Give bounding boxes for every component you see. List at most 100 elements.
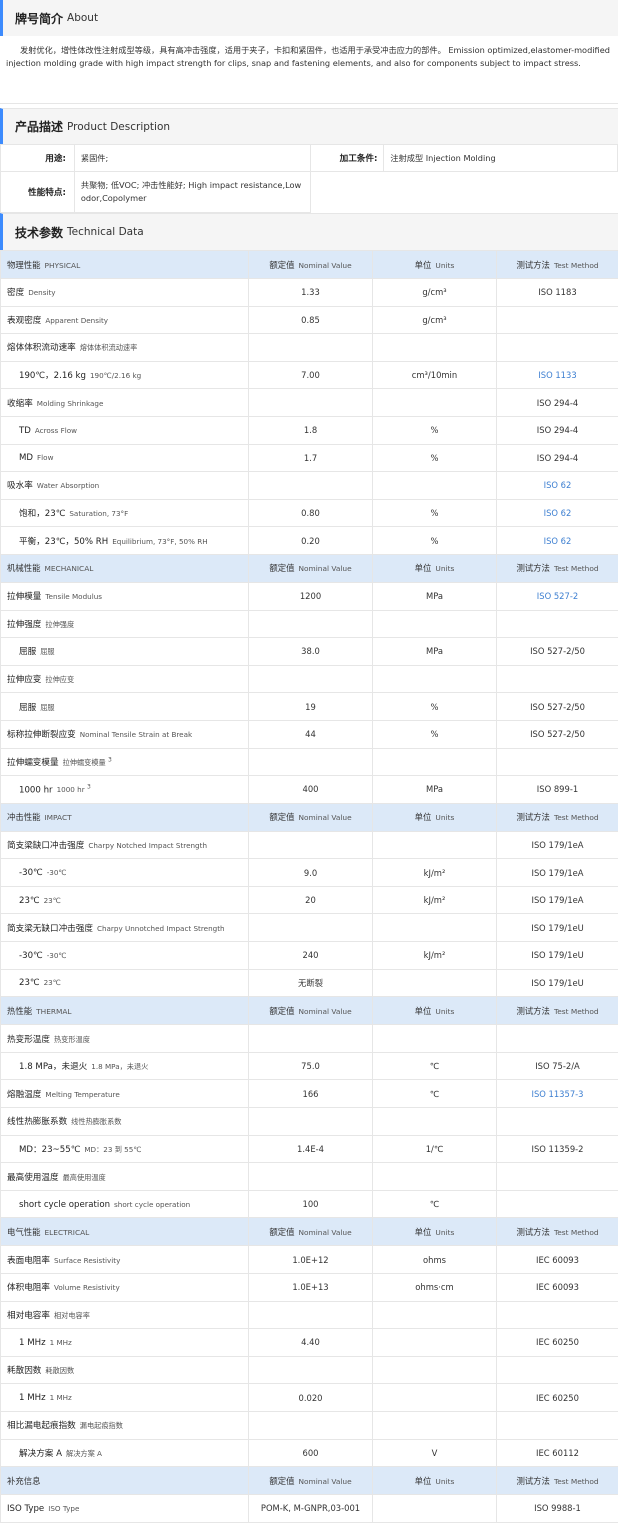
unit: ohms·cm <box>372 1273 497 1302</box>
nominal-value: 4.40 <box>248 1328 373 1357</box>
test-method-link[interactable]: ISO 11357-3 <box>496 1079 618 1109</box>
category-header-row: 冲击性能 IMPACT 额定值 Nominal Value 单位 Units 测试方法 Tes… <box>0 802 618 832</box>
test-method-link[interactable]: ISO 62 <box>496 498 618 528</box>
label-en: 1 MHz <box>49 1337 72 1347</box>
label-cn: ISO Type <box>7 1503 45 1514</box>
unit <box>372 830 497 860</box>
label-en: MECHANICAL <box>44 564 94 574</box>
property-name: 熔融温度 Melting Temperature <box>0 1079 249 1109</box>
about-title-cn: 牌号简介 <box>15 11 64 26</box>
label-cn: short cycle operation <box>19 1199 111 1210</box>
property-name: 线性热膨胀系数 线性热膨胀系数 <box>0 1107 249 1136</box>
label-cn: 额定值 <box>269 1475 295 1486</box>
test-method-link[interactable]: ISO 527-2 <box>496 581 618 611</box>
label-en: Test Method <box>553 1227 599 1237</box>
features-label: 性能特点: <box>0 171 75 213</box>
test-method-link[interactable]: ISO 62 <box>496 471 618 500</box>
test-method: ISO 179/1eU <box>496 941 618 970</box>
label-cn: 单位 <box>414 563 432 574</box>
label-cn: 拉伸应变 <box>7 675 42 686</box>
table-row: 熔融温度 Melting Temperature 166 ℃ ISO 11357-3 <box>0 1079 618 1109</box>
unit <box>372 1328 497 1357</box>
test-method-link[interactable]: ISO 1133 <box>496 360 618 390</box>
about-title-en: About <box>67 12 99 24</box>
table-row: 解决方案 A 解决方案 A 600 V IEC 60112 <box>0 1438 618 1468</box>
unit: % <box>372 692 497 721</box>
category-name: 电气性能 ELECTRICAL <box>0 1217 249 1247</box>
property-name: 1 MHz 1 MHz <box>0 1328 249 1357</box>
property-name: MD Flow <box>0 443 249 473</box>
unit <box>372 388 497 417</box>
label-en: 190℃/2.16 kg <box>89 371 142 381</box>
nominal-value <box>248 1024 373 1053</box>
label-en: Nominal Value <box>298 1006 352 1016</box>
unit: kJ/m² <box>372 858 497 887</box>
features-value: 共聚物; 低VOC; 冲击性能好; High impact resistance… <box>73 171 311 213</box>
nominal-value-header: 额定值 Nominal Value <box>248 250 373 279</box>
label-cn: 机械性能 <box>7 563 41 574</box>
nominal-value <box>248 747 373 777</box>
label-cn: 测试方法 <box>516 1005 550 1016</box>
test-method-header: 测试方法 Test Method <box>496 250 618 279</box>
nominal-value: 1.0E+12 <box>248 1245 373 1274</box>
unit: g/cm³ <box>372 305 497 335</box>
table-row: 1 MHz 1 MHz 4.40 IEC 60250 <box>0 1328 618 1357</box>
label-en: Nominal Value <box>298 260 352 270</box>
nominal-value: 1.7 <box>248 443 373 473</box>
property-name: 标称拉伸断裂应变 Nominal Tensile Strain at Break <box>0 719 249 749</box>
property-name: 表观密度 Apparent Density <box>0 305 249 335</box>
nominal-value: 9.0 <box>248 858 373 887</box>
label-cn: 最高使用温度 <box>7 1172 59 1183</box>
nominal-value <box>248 1107 373 1136</box>
property-name: 23℃ 23℃ <box>0 968 249 998</box>
property-name: 表面电阻率 Surface Resistivity <box>0 1245 249 1274</box>
label-cn: MD <box>19 453 34 464</box>
unit <box>372 333 497 362</box>
test-method: ISO 75-2/A <box>496 1051 618 1081</box>
test-method-link[interactable]: ISO 62 <box>496 526 618 555</box>
footnote-ref: 3 <box>108 756 112 764</box>
datasheet-page: 牌号简介 About 发射优化，增性体改性注射成型等级，具有高冲击强度，适用于夹… <box>0 0 618 1523</box>
test-method: ISO 11359-2 <box>496 1134 618 1164</box>
property-name: 190℃，2.16 kg 190℃/2.16 kg <box>0 360 249 390</box>
test-method: ISO 527-2/50 <box>496 637 618 666</box>
test-method: ISO 294-4 <box>496 415 618 445</box>
label-en: Water Absorption <box>36 481 100 491</box>
test-method <box>496 305 618 335</box>
nominal-value <box>248 913 373 943</box>
unit <box>372 1355 497 1385</box>
unit: % <box>372 526 497 555</box>
label-cn: 标称拉伸断裂应变 <box>7 730 76 741</box>
table-row: 饱和，23℃ Saturation, 73°F 0.80% ISO 62 <box>0 498 618 528</box>
property-name: 最高使用温度 最高使用温度 <box>0 1162 249 1191</box>
label-cn: -30℃ <box>19 868 43 879</box>
table-row: 1000 hr 1000 hr 3 400 MPa ISO 899-1 <box>0 775 618 804</box>
test-method: ISO 179/1eA <box>496 830 618 860</box>
unit <box>372 609 497 639</box>
table-row: short cycle operation short cycle operati… <box>0 1189 618 1219</box>
table-row: 线性热膨胀系数 线性热膨胀系数 <box>0 1107 618 1136</box>
label-en: Equilibrium, 73°F, 50% RH <box>112 536 208 546</box>
nominal-value: 无断裂 <box>248 968 373 998</box>
label-en: Melting Temperature <box>45 1089 120 1099</box>
unit <box>372 968 497 998</box>
footnote-ref: 3 <box>86 783 91 791</box>
nominal-value: 0.85 <box>248 305 373 335</box>
unit: % <box>372 415 497 445</box>
label-en: Test Method <box>553 564 599 574</box>
table-row: 密度 Density 1.33 g/cm³ ISO 1183 <box>0 278 618 307</box>
label-en: 屈服 <box>40 647 55 657</box>
category-header-row: 物理性能 PHYSICAL 额定值 Nominal Value 单位 Units 测试方法 T… <box>0 250 618 279</box>
label-en: 漏电起痕指数 <box>79 1421 123 1431</box>
label-en: short cycle operation <box>114 1199 191 1209</box>
test-method: IEC 60093 <box>496 1273 618 1302</box>
label-en: Units <box>435 564 455 574</box>
units-header: 单位 Units <box>372 802 497 832</box>
label-cn: 屈服 <box>19 647 37 658</box>
label-cn: 额定值 <box>269 259 295 270</box>
label-en: 热变形温度 <box>53 1034 90 1044</box>
label-cn: MD：23~55℃ <box>19 1144 81 1155</box>
property-name: -30℃ -30℃ <box>0 941 249 970</box>
category-header-row: 电气性能 ELECTRICAL 额定值 Nominal Value 单位 Units 测试方… <box>0 1217 618 1247</box>
test-method: ISO 179/1eU <box>496 913 618 943</box>
